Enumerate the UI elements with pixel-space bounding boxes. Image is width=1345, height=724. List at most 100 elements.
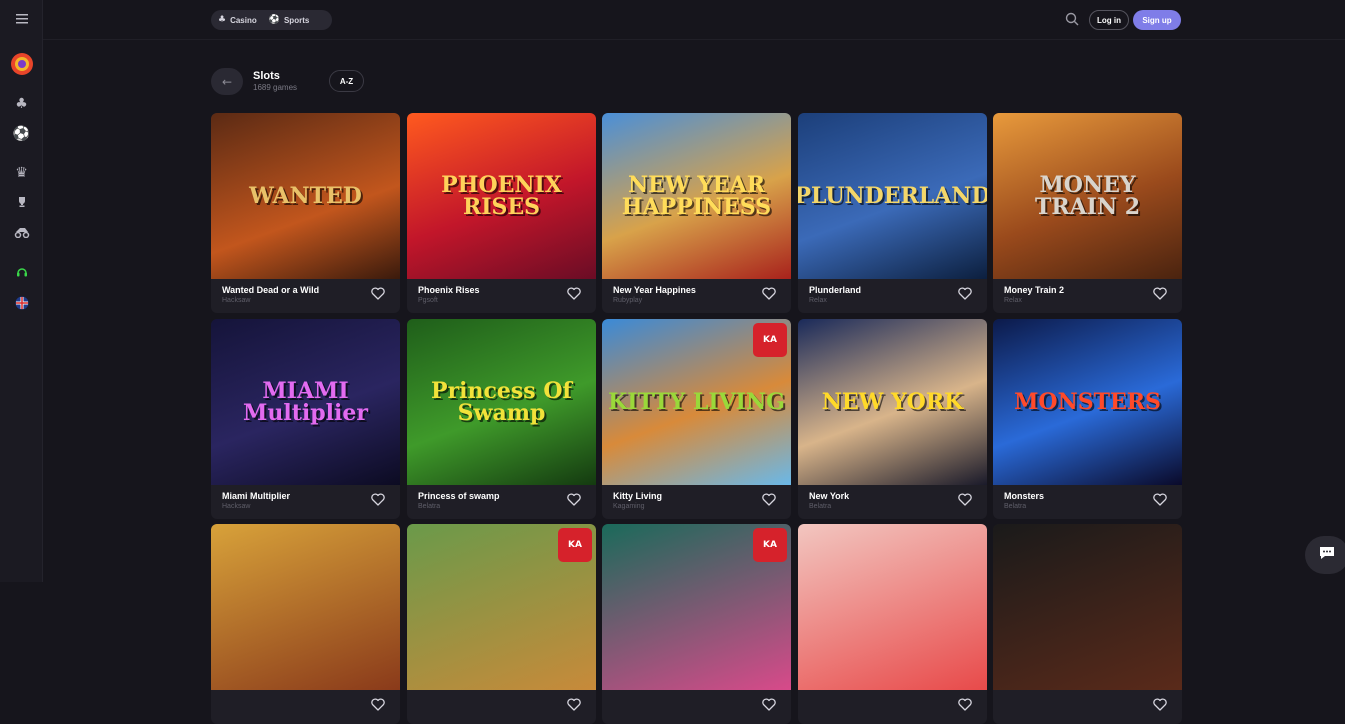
game-name: Kitty Living	[613, 491, 662, 501]
heart-icon[interactable]	[958, 287, 972, 301]
provider-badge-icon: KA	[558, 528, 592, 562]
game-thumbnail[interactable]: WANTED	[211, 113, 400, 279]
game-name: Monsters	[1004, 491, 1045, 501]
game-name: New Year Happines	[613, 285, 696, 295]
game-card[interactable]: PHOENIX RISES Phoenix Rises Pgsoft	[407, 113, 596, 313]
heart-icon[interactable]	[762, 287, 776, 301]
game-provider: Belatra	[418, 503, 441, 510]
heart-icon[interactable]	[958, 493, 972, 507]
game-card[interactable]: MIAMI Multiplier Miami Multiplier Hacksaw	[211, 319, 400, 519]
game-thumbnail[interactable]	[798, 524, 987, 690]
game-provider: Kagaming	[613, 503, 645, 510]
heart-icon[interactable]	[1153, 287, 1167, 301]
chat-button[interactable]	[1305, 536, 1345, 574]
heart-icon[interactable]	[762, 493, 776, 507]
signup-button[interactable]: Sign up	[1133, 10, 1181, 30]
profile-icon[interactable]	[0, 52, 43, 80]
main-nav: ♣ Casino ⚽ Sports	[211, 10, 332, 30]
game-thumbnail[interactable]: Princess Of Swamp	[407, 319, 596, 485]
game-name: Miami Multiplier	[222, 491, 291, 501]
game-provider: Hacksaw	[222, 503, 251, 510]
game-thumbnail[interactable]: MONSTERS	[993, 319, 1182, 485]
game-thumbnail[interactable]: KA	[407, 524, 596, 690]
game-name: Princess of swamp	[418, 491, 500, 501]
sort-az-button[interactable]: A-Z	[329, 70, 364, 92]
sidebar: ♣ ⚽ ♛	[0, 0, 43, 582]
nav-casino[interactable]: ♣ Casino	[218, 15, 257, 25]
game-card[interactable]: NEW YEAR HAPPINESS New Year Happines Rubyp…	[602, 113, 791, 313]
language-flag-icon[interactable]	[0, 296, 43, 314]
game-thumbnail[interactable]	[993, 524, 1182, 690]
heart-icon[interactable]	[371, 698, 385, 712]
provider-badge-icon: KA	[753, 528, 787, 562]
game-provider: Relax	[809, 297, 827, 304]
crown-icon[interactable]: ♛	[0, 165, 43, 181]
game-thumbnail[interactable]: NEW YORK	[798, 319, 987, 485]
page-title: Slots	[253, 70, 280, 82]
football-icon[interactable]: ⚽	[0, 126, 43, 142]
arrow-left-icon: ←	[221, 74, 233, 89]
game-thumbnail[interactable]: PLUNDERLAND	[798, 113, 987, 279]
nav-sports[interactable]: ⚽ Sports	[269, 15, 310, 25]
game-art-title: MONEY TRAIN 2	[1034, 172, 1141, 220]
game-card[interactable]: PLUNDERLAND Plunderland Relax	[798, 113, 987, 313]
heart-icon[interactable]	[371, 287, 385, 301]
race-icon[interactable]	[0, 226, 43, 242]
heart-icon[interactable]	[1153, 493, 1167, 507]
game-card[interactable]: MONEY TRAIN 2 Money Train 2 Relax	[993, 113, 1182, 313]
game-thumbnail[interactable]: MIAMI Multiplier	[211, 319, 400, 485]
game-card[interactable]: NEW YORK New York Belatra	[798, 319, 987, 519]
heart-icon[interactable]	[1153, 698, 1167, 712]
game-card[interactable]: KA	[602, 524, 791, 724]
football-icon: ⚽	[268, 15, 280, 25]
game-name: Money Train 2	[1004, 285, 1065, 295]
game-card[interactable]: Princess Of Swamp Princess of swamp Belatr…	[407, 319, 596, 519]
heart-icon[interactable]	[567, 493, 581, 507]
game-thumbnail[interactable]: MONEY TRAIN 2	[993, 113, 1182, 279]
heart-icon[interactable]	[567, 698, 581, 712]
game-name: Plunderland	[809, 285, 862, 295]
chat-bubble-icon	[1318, 545, 1336, 566]
game-provider: Belatra	[1004, 503, 1027, 510]
heart-icon[interactable]	[958, 698, 972, 712]
casino-icon[interactable]: ♣	[0, 96, 43, 112]
game-card[interactable]: KA	[407, 524, 596, 724]
game-provider: Pgsoft	[418, 297, 438, 304]
hamburger-icon[interactable]	[0, 12, 43, 28]
game-art-title: NEW YEAR HAPPINESS	[621, 172, 772, 220]
game-card[interactable]	[798, 524, 987, 724]
casino-icon: ♣	[218, 15, 227, 25]
game-card[interactable]	[211, 524, 400, 724]
search-icon[interactable]	[1065, 12, 1079, 26]
game-art-title: PLUNDERLAND	[798, 183, 987, 209]
game-art-title: KITTY LIVING	[608, 389, 785, 415]
game-card[interactable]: MONSTERS Monsters Belatra	[993, 319, 1182, 519]
trophy-icon[interactable]	[0, 196, 43, 212]
game-name: New York	[809, 491, 850, 501]
support-icon[interactable]	[0, 266, 43, 282]
game-art-title: WANTED	[249, 183, 362, 209]
game-name: Phoenix Rises	[418, 285, 480, 295]
nav-sports-label: Sports	[283, 15, 310, 25]
game-provider: Relax	[1004, 297, 1022, 304]
heart-icon[interactable]	[371, 493, 385, 507]
game-thumbnail[interactable]: NEW YEAR HAPPINESS	[602, 113, 791, 279]
game-art-title: MONSTERS	[1014, 389, 1161, 415]
game-thumbnail[interactable]	[211, 524, 400, 690]
heart-icon[interactable]	[567, 287, 581, 301]
game-thumbnail[interactable]: KA	[602, 524, 791, 690]
games-count: 1689 games	[253, 83, 298, 92]
game-provider: Hacksaw	[222, 297, 251, 304]
game-card[interactable]: KITTY LIVING KA Kitty Living Kagaming	[602, 319, 791, 519]
back-button[interactable]: ←	[211, 68, 243, 95]
game-name: Wanted Dead or a Wild	[222, 285, 320, 295]
game-provider: Belatra	[809, 503, 832, 510]
login-button[interactable]: Log in	[1089, 10, 1129, 30]
game-thumbnail[interactable]: PHOENIX RISES	[407, 113, 596, 279]
game-thumbnail[interactable]: KITTY LIVING KA	[602, 319, 791, 485]
game-art-title: NEW YORK	[821, 389, 964, 415]
heart-icon[interactable]	[762, 698, 776, 712]
provider-badge-icon: KA	[753, 323, 787, 357]
game-card[interactable]: WANTED Wanted Dead or a Wild Hacksaw	[211, 113, 400, 313]
game-card[interactable]	[993, 524, 1182, 724]
